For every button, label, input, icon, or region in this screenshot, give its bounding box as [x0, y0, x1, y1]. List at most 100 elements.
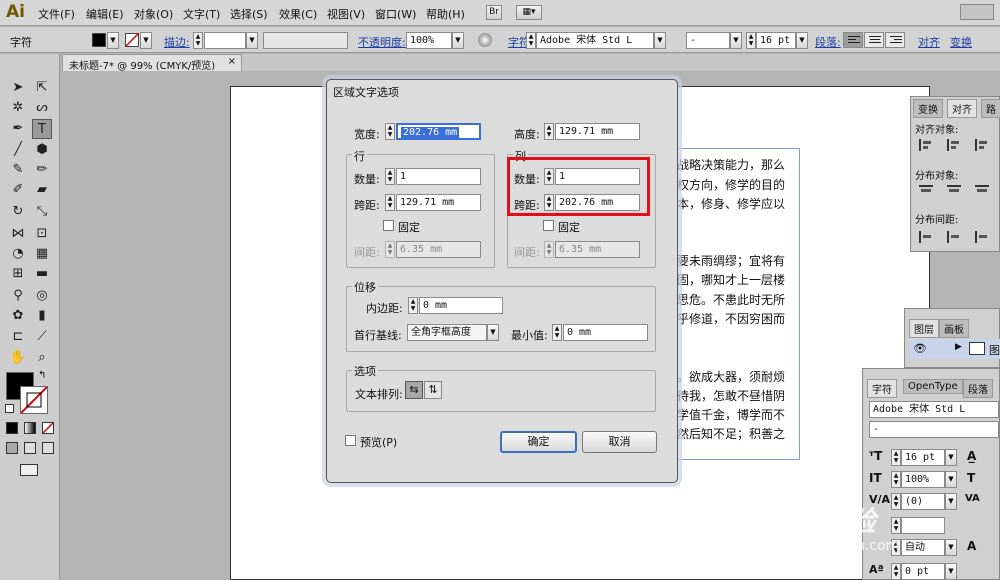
direct-selection-tool-icon[interactable]: ⇱ [32, 78, 52, 98]
tab-artboards[interactable]: 画板 [939, 319, 969, 338]
panel-tsume-field[interactable] [901, 517, 945, 534]
column-graph-tool-icon[interactable]: ▮ [32, 306, 52, 326]
screen-mode-icon[interactable] [20, 464, 38, 476]
opacity-dropdown[interactable]: ▼ [452, 32, 464, 49]
blob-brush-tool-icon[interactable]: ✐ [8, 180, 28, 200]
height-field[interactable]: 129.71 mm [555, 123, 640, 140]
preview-checkbox[interactable] [345, 435, 356, 446]
height-stepper[interactable]: ▲ ▼ [544, 123, 554, 140]
min-stepper[interactable]: ▲ ▼ [552, 324, 562, 341]
align-right-button[interactable] [885, 32, 905, 48]
pencil-tool-icon[interactable]: ✏ [32, 160, 52, 180]
rows-fixed-checkbox[interactable] [383, 220, 394, 231]
layer-row[interactable]: 👁 ▶ 图 [909, 339, 1000, 359]
menu-edit[interactable]: 编辑(E) [86, 6, 124, 22]
tab-layers[interactable]: 图层 [909, 319, 939, 338]
font-style-dropdown[interactable]: ▼ [730, 32, 742, 49]
width-stepper[interactable]: ▲ ▼ [385, 123, 395, 140]
opacity-field[interactable]: 100% [406, 32, 452, 49]
line-tool-icon[interactable]: ╱ [8, 140, 28, 160]
symbol-sprayer-tool-icon[interactable]: ✿ [8, 306, 28, 326]
eraser-tool-icon[interactable]: ▰ [32, 180, 52, 200]
panel-kerning-dropdown[interactable]: ▼ [945, 493, 957, 510]
arrange-documents-icon[interactable]: ▦▾ [516, 5, 542, 20]
rows-count-stepper[interactable]: ▲ ▼ [385, 168, 395, 185]
layer-name[interactable]: 图 [989, 342, 1000, 358]
selection-tool-icon[interactable]: ➤ [8, 78, 28, 98]
magic-wand-tool-icon[interactable]: ✲ [8, 98, 28, 118]
distribute-top-icon[interactable] [919, 185, 933, 197]
stroke-weight-field[interactable] [204, 32, 246, 49]
eye-icon[interactable]: 👁 [913, 342, 927, 355]
font-size-dropdown[interactable]: ▼ [796, 32, 808, 49]
rows-count-field[interactable]: 1 [396, 168, 481, 185]
color-mode-icon[interactable] [6, 422, 18, 434]
panel-style-field[interactable]: - [869, 421, 999, 438]
artboard-tool-icon[interactable]: ⊏ [8, 327, 28, 347]
window-controls[interactable] [960, 4, 994, 20]
zoom-tool-icon[interactable]: ⌕ [32, 348, 52, 368]
font-field[interactable]: Adobe 宋体 Std L [536, 32, 654, 49]
distribute-space-icon[interactable] [975, 231, 989, 243]
first-baseline-select[interactable]: 全角字框高度 [407, 324, 487, 341]
polygon-tool-icon[interactable]: ⬢ [32, 140, 52, 160]
align-center-button[interactable] [864, 32, 884, 48]
font-style-field[interactable]: - [686, 32, 730, 49]
align-link[interactable]: 对齐 [918, 34, 940, 50]
panel-scale-stepper[interactable]: ▲ ▼ [891, 471, 901, 488]
hand-tool-icon[interactable]: ✋ [8, 348, 28, 368]
rotate-tool-icon[interactable]: ↻ [8, 202, 28, 222]
rows-span-stepper[interactable]: ▲ ▼ [385, 194, 395, 211]
panel-baseline-field[interactable]: 0 pt [901, 563, 945, 580]
recolor-icon[interactable] [478, 33, 492, 47]
align-left-icon[interactable] [919, 139, 933, 151]
menu-help[interactable]: 帮助(H) [426, 6, 465, 22]
panel-tsume-stepper[interactable]: ▲ ▼ [891, 517, 901, 534]
columns-fixed-checkbox[interactable] [543, 220, 554, 231]
stroke-color-swatch[interactable] [20, 386, 48, 414]
font-dropdown[interactable]: ▼ [654, 32, 666, 49]
inset-spacing-stepper[interactable]: ▲ ▼ [408, 297, 418, 314]
expand-icon[interactable]: ▶ [955, 342, 962, 352]
draw-inside-icon[interactable] [42, 442, 54, 454]
transform-link[interactable]: 变换 [950, 34, 972, 50]
document-tab[interactable]: 未标题-7* @ 99% (CMYK/预览) × [62, 54, 242, 72]
tab-align[interactable]: 对齐 [947, 99, 977, 118]
stroke-swatch[interactable] [125, 33, 139, 47]
stroke-label[interactable]: 描边: [164, 34, 190, 50]
menu-window[interactable]: 窗口(W) [375, 6, 416, 22]
stroke-weight-dropdown[interactable]: ▼ [246, 32, 258, 49]
tab-pathfinder[interactable]: 路 [981, 99, 1000, 118]
paintbrush-tool-icon[interactable]: ✎ [8, 160, 28, 180]
gradient-mode-icon[interactable] [24, 422, 36, 434]
lasso-tool-icon[interactable]: ᔕ [32, 98, 52, 118]
menu-type[interactable]: 文字(T) [183, 6, 220, 22]
cancel-button[interactable]: 取消 [582, 431, 657, 453]
panel-size-field[interactable]: 16 pt [901, 449, 945, 466]
fill-dropdown[interactable]: ▼ [107, 32, 119, 49]
width-tool-icon[interactable]: ⋈ [8, 224, 28, 244]
bridge-icon[interactable]: Br [486, 5, 502, 20]
blend-tool-icon[interactable]: ◎ [32, 286, 52, 306]
menu-effect[interactable]: 效果(C) [279, 6, 317, 22]
align-right-icon[interactable] [975, 139, 989, 151]
ok-button[interactable]: 确定 [500, 431, 577, 453]
width-field[interactable]: 202.76 mm [396, 123, 481, 140]
type-tool-icon[interactable]: T [32, 119, 52, 139]
paragraph-label[interactable]: 段落: [815, 34, 841, 50]
panel-auto-field[interactable]: 自动 [901, 539, 945, 556]
distribute-space-vertical-icon[interactable] [919, 231, 933, 243]
font-size-stepper[interactable]: ▲ ▼ [746, 32, 756, 49]
menu-file[interactable]: 文件(F) [38, 6, 75, 22]
perspective-grid-tool-icon[interactable]: ▦ [32, 244, 52, 264]
flow-by-rows-icon[interactable]: ⇆ [405, 381, 423, 399]
pen-tool-icon[interactable]: ✒ [8, 119, 28, 139]
font-stepper[interactable]: ▲ ▼ [526, 32, 536, 49]
distribute-vcenter-icon[interactable] [947, 185, 961, 197]
tab-opentype[interactable]: OpenType [903, 379, 963, 394]
stroke-weight-stepper[interactable]: ▲ ▼ [193, 32, 203, 49]
flow-by-columns-icon[interactable]: ⇅ [424, 381, 442, 399]
panel-kerning-stepper[interactable]: ▲ ▼ [891, 493, 901, 510]
menu-object[interactable]: 对象(O) [134, 6, 173, 22]
panel-baseline-dropdown[interactable]: ▼ [945, 563, 957, 580]
